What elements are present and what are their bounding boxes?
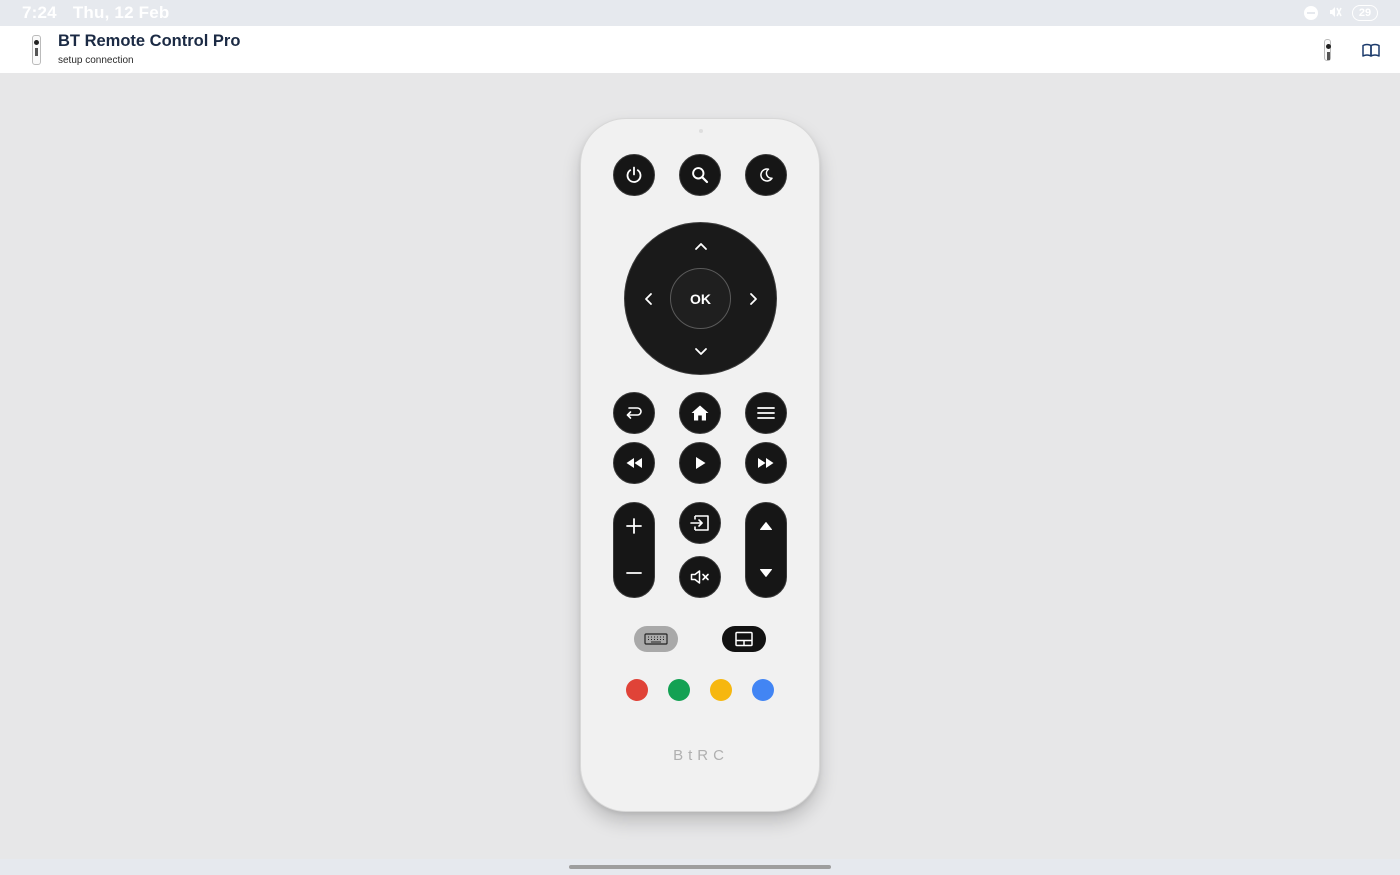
back-icon bbox=[626, 407, 642, 419]
select-remote-button[interactable] bbox=[1316, 35, 1338, 65]
search-icon bbox=[692, 167, 709, 184]
moon-icon bbox=[760, 168, 773, 182]
dpad-left-button[interactable] bbox=[633, 284, 663, 314]
app-logo bbox=[28, 34, 44, 65]
guide-button[interactable] bbox=[1360, 35, 1382, 65]
mute-icon bbox=[690, 570, 709, 584]
rewind-button[interactable] bbox=[613, 442, 655, 484]
dpad-down-button[interactable] bbox=[686, 337, 716, 367]
rewind-icon bbox=[626, 458, 642, 468]
app-title: BT Remote Control Pro bbox=[58, 32, 241, 50]
play-icon bbox=[696, 457, 706, 469]
back-button[interactable] bbox=[613, 392, 655, 434]
blue-button[interactable] bbox=[752, 679, 774, 701]
battery-indicator: 29 bbox=[1352, 5, 1378, 21]
yellow-button[interactable] bbox=[710, 679, 732, 701]
input-source-icon bbox=[690, 515, 709, 531]
touchpad-icon bbox=[735, 631, 753, 647]
remote-icon bbox=[1323, 38, 1331, 61]
dpad-right-button[interactable] bbox=[739, 284, 769, 314]
mute-button[interactable] bbox=[679, 556, 721, 598]
connection-status: setup connection bbox=[58, 55, 134, 66]
channel-down-button[interactable] bbox=[746, 550, 785, 596]
channel-rocker bbox=[745, 502, 787, 598]
fast-forward-button[interactable] bbox=[745, 442, 787, 484]
menu-button[interactable] bbox=[745, 392, 787, 434]
remote-icon bbox=[31, 34, 41, 65]
chevron-up-icon bbox=[695, 243, 707, 250]
volume-down-button[interactable] bbox=[614, 550, 653, 596]
chevron-right-icon bbox=[750, 293, 757, 305]
red-button[interactable] bbox=[626, 679, 648, 701]
search-button[interactable] bbox=[679, 154, 721, 196]
triangle-up-icon bbox=[759, 522, 772, 530]
app-actions bbox=[1316, 35, 1382, 65]
status-icons: 29 bbox=[1304, 5, 1378, 21]
book-icon bbox=[1362, 43, 1380, 57]
status-clock: 7:24 Thu, 12 Feb bbox=[22, 3, 169, 23]
power-button[interactable] bbox=[613, 154, 655, 196]
app-bar: BT Remote Control Pro setup connection bbox=[0, 26, 1400, 73]
menu-icon bbox=[757, 407, 775, 419]
brand-label: BtRC bbox=[673, 747, 729, 764]
plus-icon bbox=[625, 518, 642, 534]
home-indicator[interactable] bbox=[569, 865, 831, 869]
app-titles: BT Remote Control Pro setup connection bbox=[58, 32, 240, 67]
remote-led bbox=[699, 129, 703, 133]
status-time: 7:24 bbox=[22, 3, 57, 22]
do-not-disturb-icon bbox=[1304, 6, 1318, 20]
status-bar: 7:24 Thu, 12 Feb 29 bbox=[0, 0, 1400, 26]
muted-icon bbox=[1328, 5, 1342, 21]
ok-button[interactable]: OK bbox=[670, 268, 731, 329]
minus-icon bbox=[625, 572, 642, 574]
status-date: Thu, 12 Feb bbox=[72, 3, 170, 22]
green-button[interactable] bbox=[668, 679, 690, 701]
triangle-down-icon bbox=[759, 569, 772, 577]
chevron-left-icon bbox=[645, 293, 652, 305]
volume-up-button[interactable] bbox=[614, 503, 653, 549]
fast-forward-icon bbox=[758, 458, 774, 468]
keyboard-button[interactable] bbox=[634, 626, 678, 652]
remote-body: OK BtRC bbox=[580, 118, 820, 812]
chevron-down-icon bbox=[695, 348, 707, 355]
dpad-up-button[interactable] bbox=[686, 231, 716, 261]
play-button[interactable] bbox=[679, 442, 721, 484]
touchpad-button[interactable] bbox=[722, 626, 766, 652]
input-source-button[interactable] bbox=[679, 502, 721, 544]
home-icon bbox=[691, 405, 709, 421]
dpad: OK bbox=[624, 222, 777, 375]
channel-up-button[interactable] bbox=[746, 503, 785, 549]
keyboard-icon bbox=[644, 633, 668, 645]
sleep-button[interactable] bbox=[745, 154, 787, 196]
home-button[interactable] bbox=[679, 392, 721, 434]
volume-rocker bbox=[613, 502, 655, 598]
power-icon bbox=[626, 166, 642, 183]
